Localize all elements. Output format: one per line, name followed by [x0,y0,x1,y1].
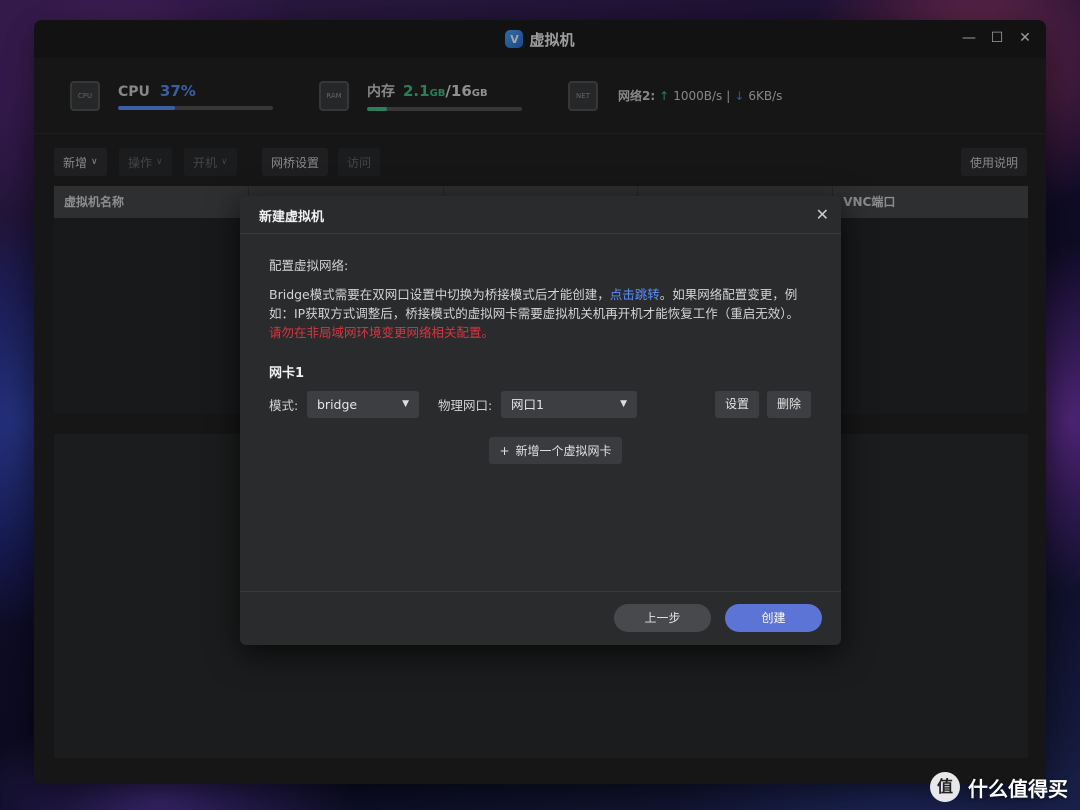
physical-port-label: 物理网口: [438,398,493,413]
mode-label: 模式: [269,398,299,413]
bridge-description: Bridge模式需要在双网口设置中切换为桥接模式后才能创建，点击跳转。如果网络配… [269,287,799,321]
jump-link[interactable]: 点击跳转 [610,287,660,302]
nic-settings-button[interactable]: 设置 [715,391,759,418]
previous-step-button[interactable]: 上一步 [614,604,711,632]
smzdm-watermark: 值 什么值得买 [930,772,1068,802]
mode-select[interactable]: bridge ▼ [307,391,419,418]
plus-icon: + [499,443,510,458]
caret-down-icon: ▼ [402,399,409,409]
nic-delete-button[interactable]: 删除 [767,391,811,418]
add-virtual-nic-button[interactable]: + 新增一个虚拟网卡 [489,437,622,464]
network-config-label: 配置虚拟网络: [269,258,349,273]
physical-port-select[interactable]: 网口1 ▼ [501,391,637,418]
nic-row: 模式: bridge ▼ 物理网口: 网口1 ▼ 设置 删除 [269,391,819,421]
watermark-text: 什么值得买 [968,776,1068,801]
close-icon[interactable]: ✕ [816,205,829,224]
nic-title: 网卡1 [269,366,305,381]
dialog-title: 新建虚拟机 [259,210,325,225]
new-vm-dialog: 新建虚拟机 ✕ 配置虚拟网络: Bridge模式需要在双网口设置中切换为桥接模式… [240,196,841,645]
caret-down-icon: ▼ [620,399,627,409]
create-button[interactable]: 创建 [725,604,822,632]
warning-text: 请勿在非局域网环境变更网络相关配置。 [269,325,495,340]
watermark-logo: 值 [930,772,960,802]
